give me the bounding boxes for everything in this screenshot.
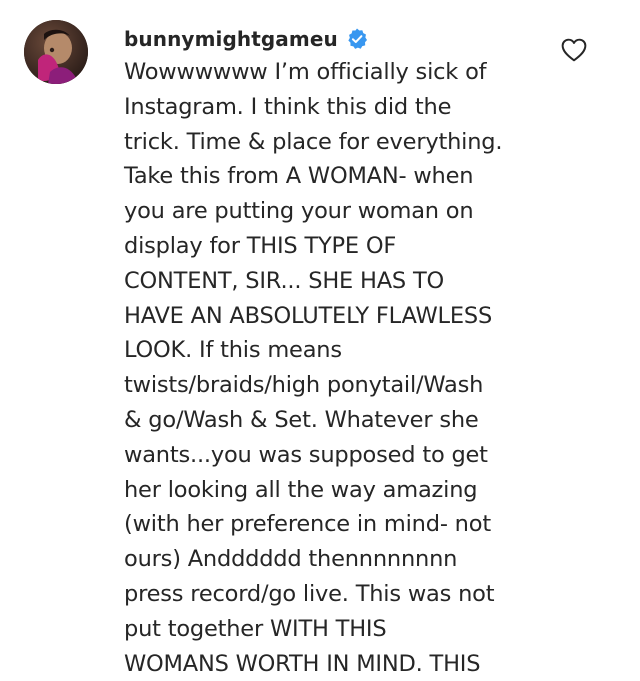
comment-text-line: LOOK. If this means [124,337,342,364]
comment-text-line: HAVE AN ABSOLUTELY FLAWLESS [124,302,493,329]
comment-text-line: & go/Wash & Set. Whatever she [124,406,479,433]
comment-text-line: Wowwwwww I’m officially sick of [124,59,487,85]
comment-text-line: put together WITH THIS [124,615,387,642]
like-button[interactable] [561,38,587,62]
comment-text-line: twists/braids/high ponytail/Wash [124,372,484,399]
comment-text-line: ours) Andddddd thennnnnnnn [124,546,458,573]
comment-text-line: (with her preference in mind- not [124,511,491,538]
comment-text-line: CONTENT, SIR... SHE HAS TO [124,267,445,294]
comment-text: Wowwwwww I’m officially sick of Instagram… [124,55,544,681]
comment-text-line: you are putting your woman on [124,198,474,225]
comment-text-line: Take this from A WOMAN- when [124,163,474,190]
comment-text-line: trick. Time & place for everything. [124,128,503,155]
comment-body: bunnymightgameu Wowwwwww I’m officially … [124,20,544,681]
verified-badge-icon [346,28,368,50]
username-link[interactable]: bunnymightgameu [124,27,338,51]
comment-text-line: display for THIS TYPE OF [124,232,397,259]
comment-text-line: WOMANS WORTH IN MIND. THIS [124,650,481,677]
avatar-image [24,20,88,84]
heart-outline-icon [561,38,587,62]
username-row: bunnymightgameu [124,20,544,58]
comment-text-line: her looking all the way amazing [124,476,478,503]
comment-text-line: Instagram. I think this did the [124,93,452,120]
avatar[interactable] [24,20,88,84]
comment-text-line: press record/go live. This was not [124,580,495,607]
comment: bunnymightgameu Wowwwwww I’m officially … [0,0,640,678]
comment-text-line: wants...you was supposed to get [124,441,488,468]
